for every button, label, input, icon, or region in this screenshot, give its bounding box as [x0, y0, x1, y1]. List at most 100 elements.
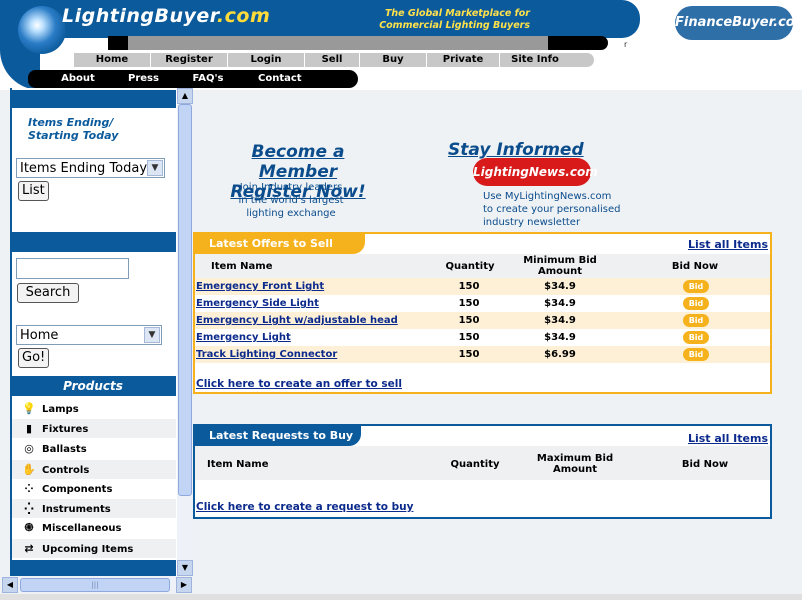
- instruments-icon: ⁛: [24, 502, 34, 515]
- create-offer-link[interactable]: Click here to create an offer to sell: [196, 378, 402, 390]
- item-link[interactable]: Emergency Light: [196, 329, 291, 346]
- site-logo[interactable]: LightingBuyer.com: [62, 5, 270, 27]
- become-member-line1: Become a Member: [251, 142, 345, 182]
- item-price: $34.9: [544, 298, 576, 309]
- scroll-up-icon[interactable]: ▲: [177, 88, 193, 104]
- site-logo-domain: .com: [216, 5, 271, 27]
- member-description-line2: in the world's largest: [238, 195, 344, 206]
- sidebar-top-strip: [10, 90, 176, 108]
- informed-description: Use MyLightingNews.com to create your per…: [483, 190, 620, 229]
- col-min-bid: Minimum Bid Amount: [515, 255, 605, 277]
- items-ending-title-line2: Starting Today: [28, 129, 119, 142]
- sidebar-item-lamps[interactable]: 💡 Lamps: [12, 399, 176, 418]
- nav-contact[interactable]: Contact: [258, 70, 302, 88]
- sidebar-item-label: Ballasts: [42, 444, 87, 455]
- scroll-right-icon[interactable]: ▶: [176, 577, 192, 593]
- window-bottom-edge: [0, 594, 802, 600]
- nav-buy[interactable]: Buy: [360, 53, 427, 67]
- offers-list-all-link[interactable]: List all Items: [688, 238, 768, 251]
- sidebar-bottom-strip: [10, 560, 176, 576]
- col-min-bid-line2: Amount: [537, 266, 583, 277]
- item-link[interactable]: Emergency Side Light: [196, 295, 319, 312]
- sidebar-item-instruments[interactable]: ⁛ Instruments: [12, 499, 176, 518]
- nav-faqs[interactable]: FAQ's: [158, 70, 258, 88]
- item-link[interactable]: Emergency Light w/adjustable head: [196, 312, 398, 329]
- bid-button[interactable]: Bid: [683, 331, 709, 344]
- item-link[interactable]: Emergency Front Light: [196, 278, 324, 295]
- nav-register[interactable]: Register: [151, 53, 228, 67]
- scrollbar-thumb[interactable]: |||: [20, 578, 170, 592]
- col-max-bid: Maximum Bid Amount: [525, 453, 625, 475]
- lamp-icon: 💡: [22, 402, 36, 415]
- nav-home[interactable]: Home: [74, 53, 151, 67]
- item-quantity: 150: [458, 349, 480, 360]
- stay-informed-link[interactable]: Stay Informed: [448, 140, 584, 160]
- nav-private[interactable]: Private: [427, 53, 500, 67]
- go-button[interactable]: Go!: [18, 348, 50, 368]
- requests-list-all-link[interactable]: List all Items: [688, 432, 768, 445]
- fixture-icon: ▮: [25, 422, 33, 435]
- item-quantity: 150: [458, 298, 480, 309]
- member-description-line3: lighting exchange: [246, 208, 336, 219]
- sidebar-item-ballasts[interactable]: ◎ Ballasts: [12, 439, 176, 458]
- scroll-left-icon[interactable]: ◀: [2, 577, 18, 593]
- search-button[interactable]: Search: [17, 283, 79, 303]
- lightingnews-logo[interactable]: LightingNews.com: [473, 158, 598, 186]
- requests-table-header: Item Name Quantity Maximum Bid Amount Bid…: [195, 446, 770, 480]
- nav-login[interactable]: Login: [228, 53, 305, 67]
- jump-select[interactable]: Home ▼: [16, 325, 162, 345]
- chevron-down-icon[interactable]: ▼: [147, 160, 163, 176]
- sidebar-item-upcoming[interactable]: ⇄ Upcoming Items: [12, 539, 176, 558]
- requests-title: Latest Requests to Buy: [195, 426, 361, 446]
- partner-mark: r: [624, 40, 628, 49]
- col-item-name: Item Name: [207, 459, 269, 470]
- col-quantity: Quantity: [450, 459, 500, 470]
- sidebar-item-label: Fixtures: [42, 424, 89, 435]
- bid-button[interactable]: Bid: [683, 280, 709, 293]
- nav-sell[interactable]: Sell: [305, 53, 360, 67]
- table-row: Emergency Side Light 150 $34.9 Bid: [195, 295, 770, 312]
- informed-description-line2: to create your personalised: [483, 204, 621, 215]
- upcoming-icon: ⇄: [24, 542, 34, 555]
- item-link[interactable]: Track Lighting Connector: [196, 346, 337, 363]
- item-quantity: 150: [458, 315, 480, 326]
- item-price: $6.99: [544, 349, 576, 360]
- scrollbar-thumb[interactable]: [178, 104, 192, 496]
- sidebar-item-fixtures[interactable]: ▮ Fixtures: [12, 419, 176, 438]
- primary-nav: Home Register Login Sell Buy Private Sit…: [74, 53, 594, 67]
- ballast-icon: ◎: [24, 442, 34, 455]
- header-grey-bar: [108, 36, 548, 50]
- bid-button[interactable]: Bid: [683, 314, 709, 327]
- scroll-down-icon[interactable]: ▼: [177, 560, 193, 576]
- nav-about[interactable]: About: [28, 70, 128, 88]
- item-price: $34.9: [544, 315, 576, 326]
- bid-button[interactable]: Bid: [683, 297, 709, 310]
- member-description-line1: Join Industry leaders: [239, 182, 343, 193]
- header-black-bar-right: [548, 36, 608, 50]
- globe-icon: [18, 6, 66, 54]
- financebuyer-logo[interactable]: FinanceBuyer.com: [675, 6, 802, 40]
- sidebar-item-miscellaneous[interactable]: ֍ Miscellaneous: [12, 518, 176, 537]
- item-quantity: 150: [458, 281, 480, 292]
- items-ending-select-value: Items Ending Today: [20, 161, 148, 176]
- create-request-link[interactable]: Click here to create a request to buy: [196, 501, 413, 513]
- col-max-bid-line1: Maximum Bid: [536, 453, 614, 464]
- item-quantity: 150: [458, 332, 480, 343]
- informed-description-line1: Use MyLightingNews.com: [483, 191, 612, 202]
- search-input[interactable]: [16, 258, 129, 279]
- items-ending-title: Items Ending/Starting Today: [28, 116, 118, 142]
- bid-button[interactable]: Bid: [683, 348, 709, 361]
- list-button[interactable]: List: [18, 181, 49, 201]
- header-black-bar: [108, 36, 128, 50]
- sidebar-item-controls[interactable]: ✋ Controls: [12, 460, 176, 479]
- sidebar-item-components[interactable]: ⁘ Components: [12, 479, 176, 498]
- sidebar-horizontal-scrollbar[interactable]: ◀ ||| ▶: [2, 577, 192, 593]
- sidebar-vertical-scrollbar[interactable]: ▲ ▼: [177, 88, 193, 576]
- chevron-down-icon[interactable]: ▼: [144, 327, 160, 343]
- col-bid-now: Bid Now: [671, 261, 719, 272]
- items-ending-select[interactable]: Items Ending Today ▼: [16, 158, 165, 178]
- col-bid-now: Bid Now: [681, 459, 729, 470]
- nav-site-info[interactable]: Site Info: [500, 53, 570, 67]
- table-row: Emergency Light 150 $34.9 Bid: [195, 329, 770, 346]
- nav-press[interactable]: Press: [128, 70, 159, 88]
